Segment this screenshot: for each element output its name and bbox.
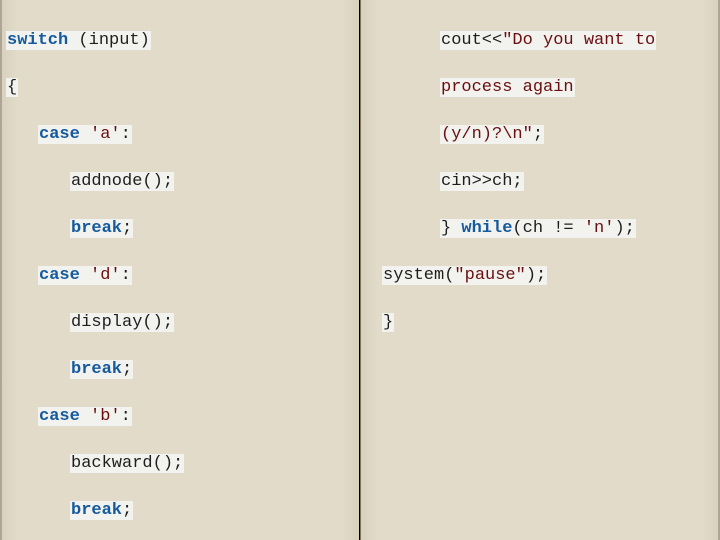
kw-switch: switch: [7, 31, 68, 50]
str1: "Do you want to: [502, 31, 655, 50]
close-brace-right: }: [382, 313, 394, 332]
kw-break-b: break: [71, 501, 122, 520]
str3: (y/n)?\n": [441, 125, 533, 144]
switch-rest: (input): [68, 31, 150, 50]
colon-d: :: [121, 266, 131, 285]
system-close: );: [526, 266, 546, 285]
right-column: cout<<"Do you want to process again (y/n…: [360, 0, 720, 540]
char-a: 'a': [90, 125, 121, 144]
semi-b: ;: [122, 501, 132, 520]
two-page-spread: switch (input) { case 'a': addnode(); br…: [0, 0, 720, 540]
char-d: 'd': [90, 266, 121, 285]
call-display: display();: [70, 313, 174, 332]
char-b: 'b': [90, 407, 121, 426]
kw-break-d: break: [71, 360, 122, 379]
semi-a: ;: [122, 219, 132, 238]
kw-case-a: case: [39, 125, 80, 144]
colon-a: :: [121, 125, 131, 144]
right-code-block: cout<<"Do you want to process again (y/n…: [366, 6, 716, 381]
kw-while: while: [461, 219, 512, 238]
while-cond-close: );: [614, 219, 634, 238]
call-addnode: addnode();: [70, 172, 174, 191]
kw-break-a: break: [71, 219, 122, 238]
system-open: system(: [383, 266, 454, 285]
kw-case-d: case: [39, 266, 80, 285]
char-n: 'n': [584, 219, 615, 238]
colon-b: :: [121, 407, 131, 426]
call-backward: backward();: [70, 454, 184, 473]
kw-case-b: case: [39, 407, 80, 426]
semi-d: ;: [122, 360, 132, 379]
left-code-block: switch (input) { case 'a': addnode(); br…: [6, 6, 356, 540]
while-cond-open: (ch !=: [512, 219, 583, 238]
brace-before-while: }: [441, 219, 461, 238]
pause-str: "pause": [454, 266, 525, 285]
open-brace: {: [6, 78, 18, 97]
left-column: switch (input) { case 'a': addnode(); br…: [0, 0, 360, 540]
str3-semi: ;: [533, 125, 543, 144]
str2: process again: [440, 78, 575, 97]
cin-line: cin>>ch;: [440, 172, 524, 191]
cout: cout<<: [441, 31, 502, 50]
